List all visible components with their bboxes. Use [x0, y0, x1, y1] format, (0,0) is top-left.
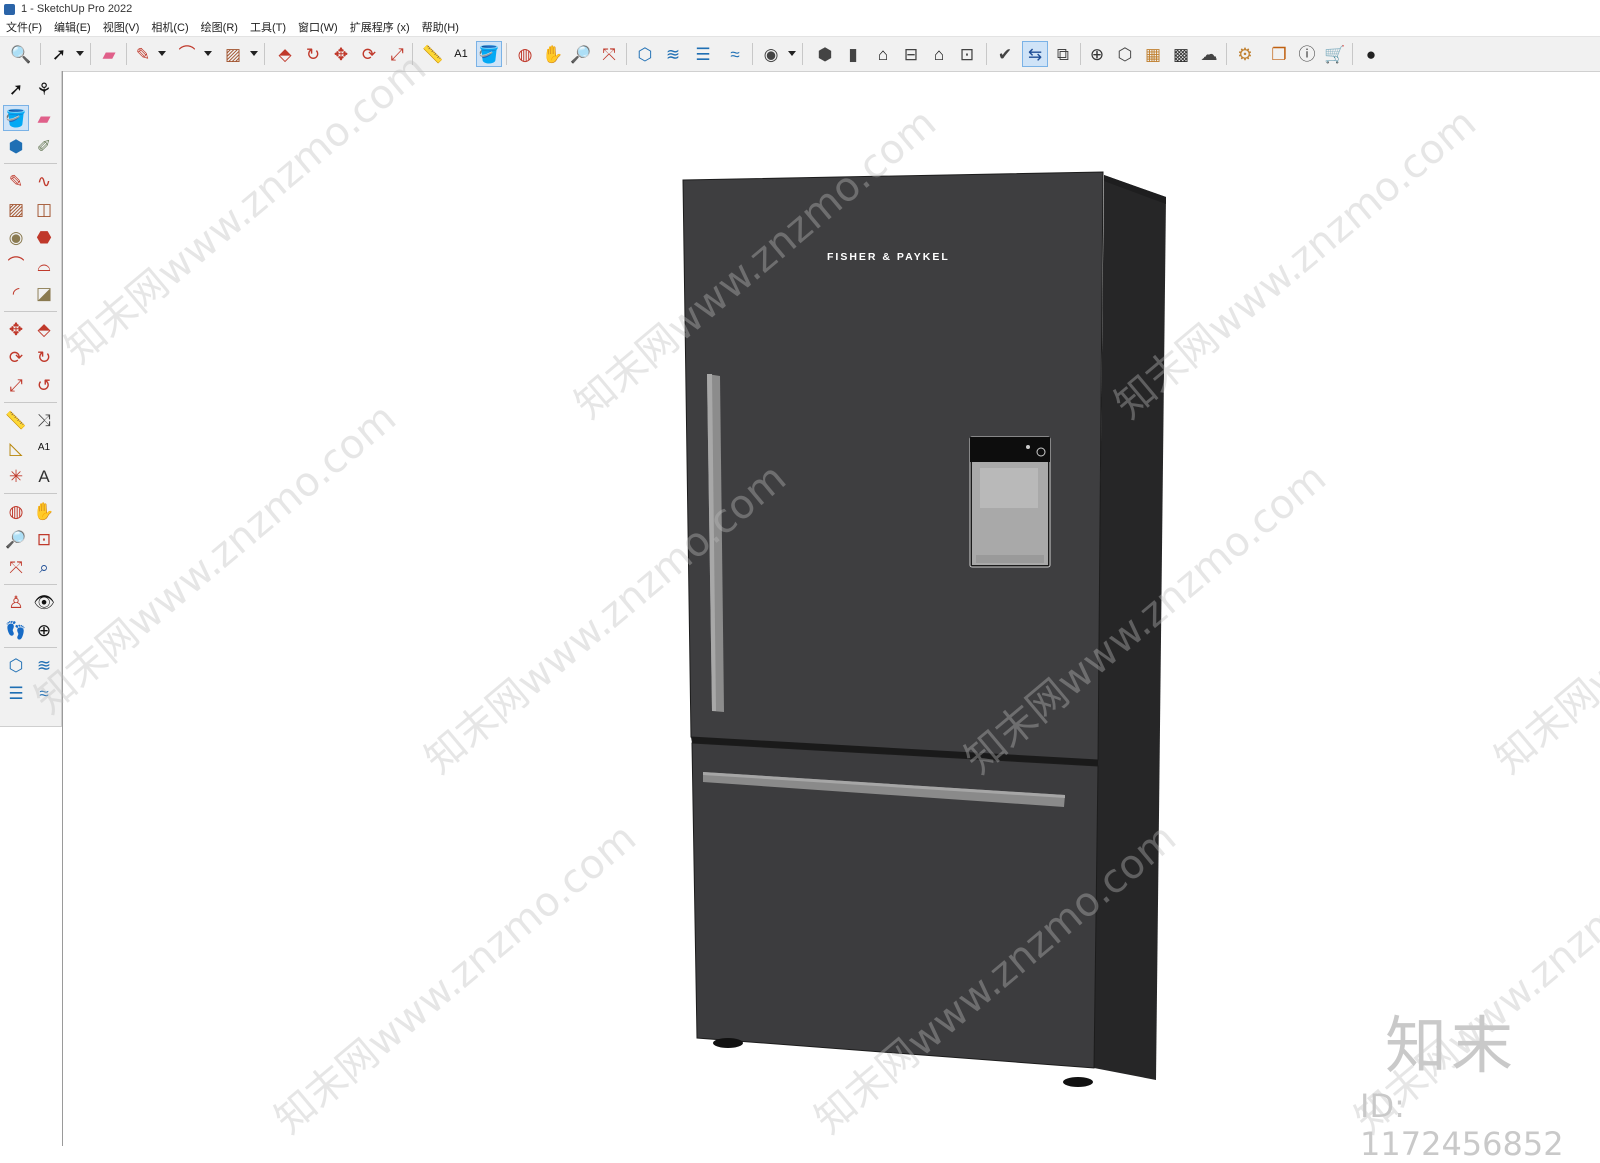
dispenser-indicator-icon [1026, 445, 1030, 449]
dispenser-tray [976, 555, 1044, 563]
brand-label: FISHER & PAYKEL [827, 251, 950, 263]
fridge-side-panel [1094, 175, 1166, 1080]
dispenser-paddle [980, 468, 1038, 508]
watermark-logo: 知末 [1385, 1009, 1518, 1082]
fridge-foot-right [1063, 1077, 1093, 1087]
model-viewport[interactable]: FISHER & PAYKEL [0, 0, 1600, 1146]
watermark-id: ID: 1172456852 [1360, 1087, 1564, 1163]
fridge-foot-left [713, 1038, 743, 1048]
